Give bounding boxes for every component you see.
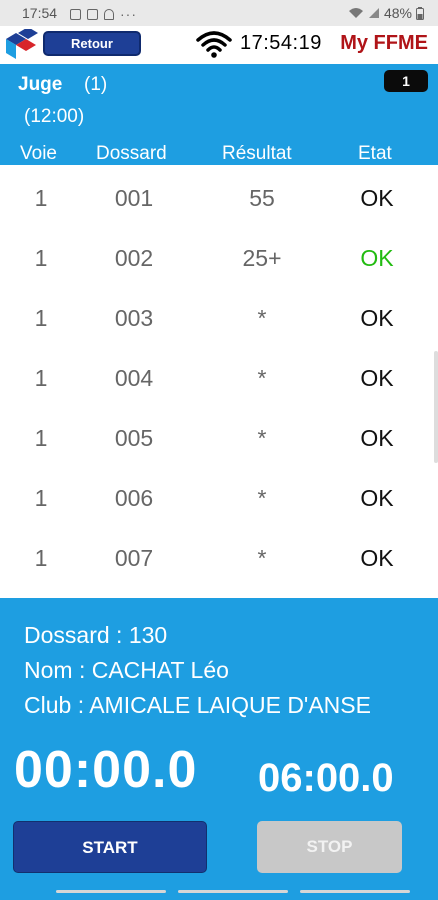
judge-header: Juge (1) 1 (12:00) Voie Dossard Résultat… [0, 64, 438, 165]
table-row[interactable]: 1 007 * OK [0, 527, 438, 587]
battery-icon [416, 6, 424, 20]
system-icons: 48% [348, 5, 424, 21]
cell-dossard: 005 [114, 425, 154, 451]
results-list[interactable]: 1 001 55 OK 1 002 25+ OK 1 003 * OK 1 004 * OK 1 005 * OK 1 0… [0, 165, 438, 598]
status-time: 17:54 [22, 5, 58, 21]
cell-etat: OK [360, 305, 394, 331]
notification-icons: ··· [70, 6, 137, 22]
cell-voie: 1 [34, 425, 48, 451]
scrollbar[interactable] [434, 351, 438, 463]
cell-voie: 1 [34, 545, 48, 571]
cell-etat: OK [360, 545, 394, 571]
counter-badge: 1 [384, 70, 428, 92]
table-row[interactable]: 1 006 * OK [0, 467, 438, 527]
table-row[interactable]: 1 002 25+ OK [0, 227, 438, 287]
signal-icon [368, 8, 379, 18]
timer-panel: Dossard : 130 Nom : CACHAT Léo Club : AM… [0, 598, 438, 900]
table-row[interactable]: 1 003 * OK [0, 287, 438, 347]
nav-handle-center [178, 890, 288, 893]
climber-dossard: Dossard : 130 [24, 622, 168, 648]
battery-percent: 48% [383, 5, 412, 21]
column-dossard: Dossard [96, 143, 167, 164]
cell-dossard: 003 [114, 305, 154, 331]
clock: 17:54:19 [240, 32, 322, 54]
wifi-icon [196, 31, 232, 58]
cell-etat: OK [360, 185, 394, 211]
more-icon: ··· [120, 6, 137, 22]
image-icon [70, 8, 81, 20]
cell-resultat: * [257, 305, 267, 331]
cell-dossard: 006 [114, 485, 154, 511]
judge-number: (1) [84, 74, 108, 95]
cell-voie: 1 [34, 245, 48, 271]
nav-handle-right [300, 890, 410, 893]
cell-resultat: 55 [249, 185, 275, 211]
cell-resultat: * [257, 545, 267, 571]
table-row[interactable]: 1 004 * OK [0, 347, 438, 407]
cell-etat: OK [360, 485, 394, 511]
cell-voie: 1 [34, 305, 48, 331]
climber-name: Nom : CACHAT Léo [24, 657, 229, 683]
cell-resultat: * [257, 485, 267, 511]
cell-etat: OK [360, 245, 394, 271]
time-slot: (12:00) [24, 106, 85, 127]
cell-dossard: 001 [114, 185, 154, 211]
cell-resultat: 25+ [242, 245, 282, 271]
message-icon [87, 8, 98, 20]
cell-resultat: * [257, 425, 267, 451]
start-button[interactable]: START [13, 821, 207, 873]
cell-etat: OK [360, 425, 394, 451]
table-row[interactable]: 1 005 * OK [0, 407, 438, 467]
cell-voie: 1 [34, 365, 48, 391]
column-resultat: Résultat [222, 143, 292, 164]
column-etat: Etat [358, 143, 392, 164]
ffme-logo-icon [6, 29, 38, 59]
elapsed-timer: 00:00.0 [14, 741, 198, 799]
bell-icon [104, 8, 114, 20]
cell-voie: 1 [34, 185, 48, 211]
wifi-icon [348, 8, 363, 18]
stop-button[interactable]: STOP [257, 821, 402, 873]
back-button[interactable]: Retour [43, 31, 141, 56]
cell-dossard: 004 [114, 365, 154, 391]
status-bar: 17:54 ··· 48% [0, 0, 438, 26]
app-bar: Retour 17:54:19 My FFME [0, 26, 438, 64]
cell-voie: 1 [34, 485, 48, 511]
limit-timer: 06:00.0 [258, 756, 394, 800]
cell-dossard: 002 [114, 245, 154, 271]
nav-handle-left [56, 890, 166, 893]
climber-club: Club : AMICALE LAIQUE D'ANSE [24, 692, 371, 718]
table-row[interactable]: 1 001 55 OK [0, 167, 438, 227]
cell-resultat: * [257, 365, 267, 391]
column-voie: Voie [20, 143, 57, 164]
brand-title: My FFME [340, 32, 428, 54]
judge-label: Juge [18, 74, 63, 95]
cell-dossard: 007 [114, 545, 154, 571]
cell-etat: OK [360, 365, 394, 391]
